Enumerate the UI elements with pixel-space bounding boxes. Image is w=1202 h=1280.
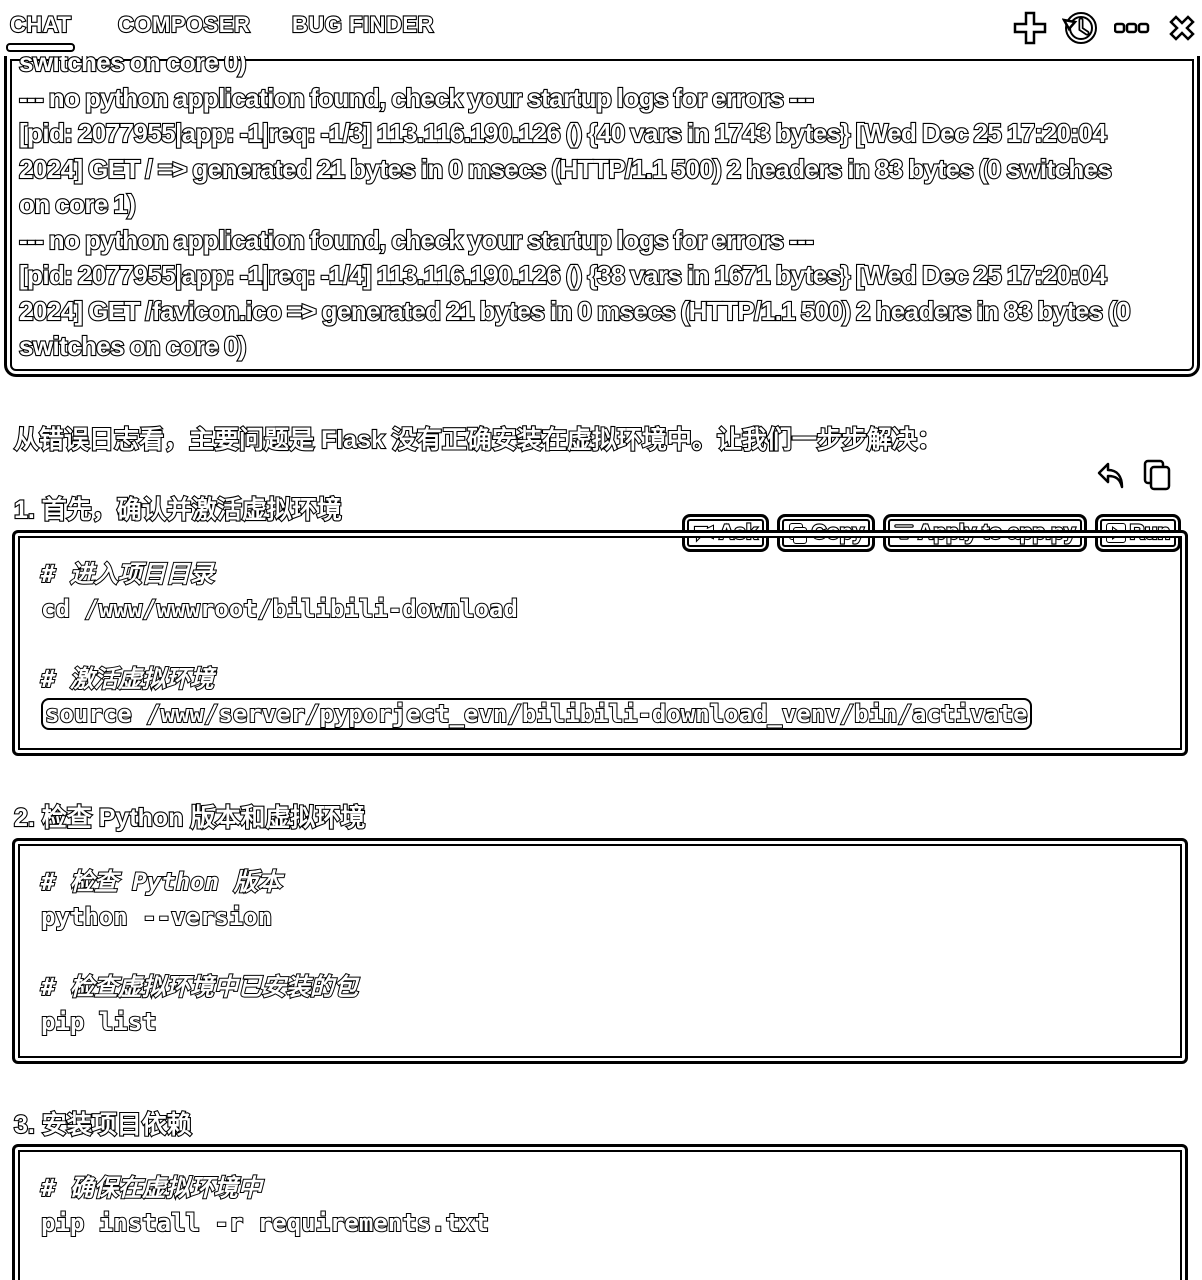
code-content: # 进入项目目录 cd /www/wwwroot/bilibili-downlo… (40, 557, 1032, 732)
terminal-log: switches on core 0) --- no python applic… (18, 56, 1179, 365)
log-line: on core 1) (18, 188, 137, 220)
close-icon[interactable] (1164, 10, 1200, 46)
log-line: --- no python application found, check y… (18, 223, 815, 255)
log-line: 2024] GET /favicon.ico => generated 21 b… (18, 294, 1132, 326)
code-comment: # 确保在虚拟环境中 (40, 1173, 263, 1203)
code-block: # 进入项目目录 cd /www/wwwroot/bilibili-downlo… (12, 530, 1188, 756)
step-heading: 2. 检查 Python 版本和虚拟环境 (13, 803, 367, 833)
log-line: --- no python application found, check y… (18, 81, 815, 113)
highlighted-command: source /www/server/pyporject_evn/bilibil… (41, 698, 1032, 730)
undo-icon[interactable] (1094, 458, 1128, 492)
log-line: switches on core 0) (18, 330, 248, 362)
log-line: [pid: 2077955|app: -1|req: -1/4] 113.116… (18, 259, 1108, 291)
log-line: 2024] GET / => generated 21 bytes in 0 m… (18, 152, 1113, 184)
code-comment: # 进入项目目录 (40, 559, 215, 589)
code-content: # 检查 Python 版本 python --version # 检查虚拟环境… (40, 865, 359, 1040)
step-heading: 1. 首先，确认并激活虚拟环境 (13, 495, 343, 525)
log-line: switches on core 0) (18, 56, 248, 78)
code-line: pip list (40, 1007, 158, 1037)
code-comment: # 检查虚拟环境中已安装的包 (40, 972, 359, 1002)
code-line-highlighted: source /www/server/pyporject_evn/bilibil… (41, 697, 1032, 732)
code-comment: # 激活虚拟环境 (40, 664, 215, 694)
tab-bug-finder[interactable]: BUG FINDER (291, 11, 435, 38)
log-line: [pid: 2077955|app: -1|req: -1/3] 113.116… (18, 117, 1108, 149)
response-intro: 从错误日志看，主要问题是 Flask 没有正确安装在虚拟环境中。让我们一步步解决… (13, 425, 943, 455)
tab-chat[interactable]: CHAT (5, 11, 76, 52)
code-line: python --version (40, 902, 273, 932)
plus-icon[interactable] (1012, 10, 1048, 46)
more-icon[interactable] (1114, 10, 1150, 46)
step-heading: 3. 安装项目依赖 (13, 1110, 193, 1140)
top-bar: CHAT COMPOSER BUG FINDER (0, 0, 1202, 56)
code-content: # 确保在虚拟环境中 pip install -r requirements.t… (40, 1171, 490, 1241)
code-comment: # 检查 Python 版本 (40, 867, 282, 897)
code-block: # 检查 Python 版本 python --version # 检查虚拟环境… (12, 838, 1188, 1064)
terminal-output: switches on core 0) --- no python applic… (4, 56, 1200, 377)
code-line: pip install -r requirements.txt (40, 1208, 490, 1238)
tab-composer[interactable]: COMPOSER (117, 11, 251, 38)
copy-icon[interactable] (1140, 458, 1174, 492)
code-line: cd /www/wwwroot/bilibili-download (40, 594, 519, 624)
history-icon[interactable] (1062, 10, 1098, 46)
code-block: # 确保在虚拟环境中 pip install -r requirements.t… (12, 1144, 1188, 1280)
